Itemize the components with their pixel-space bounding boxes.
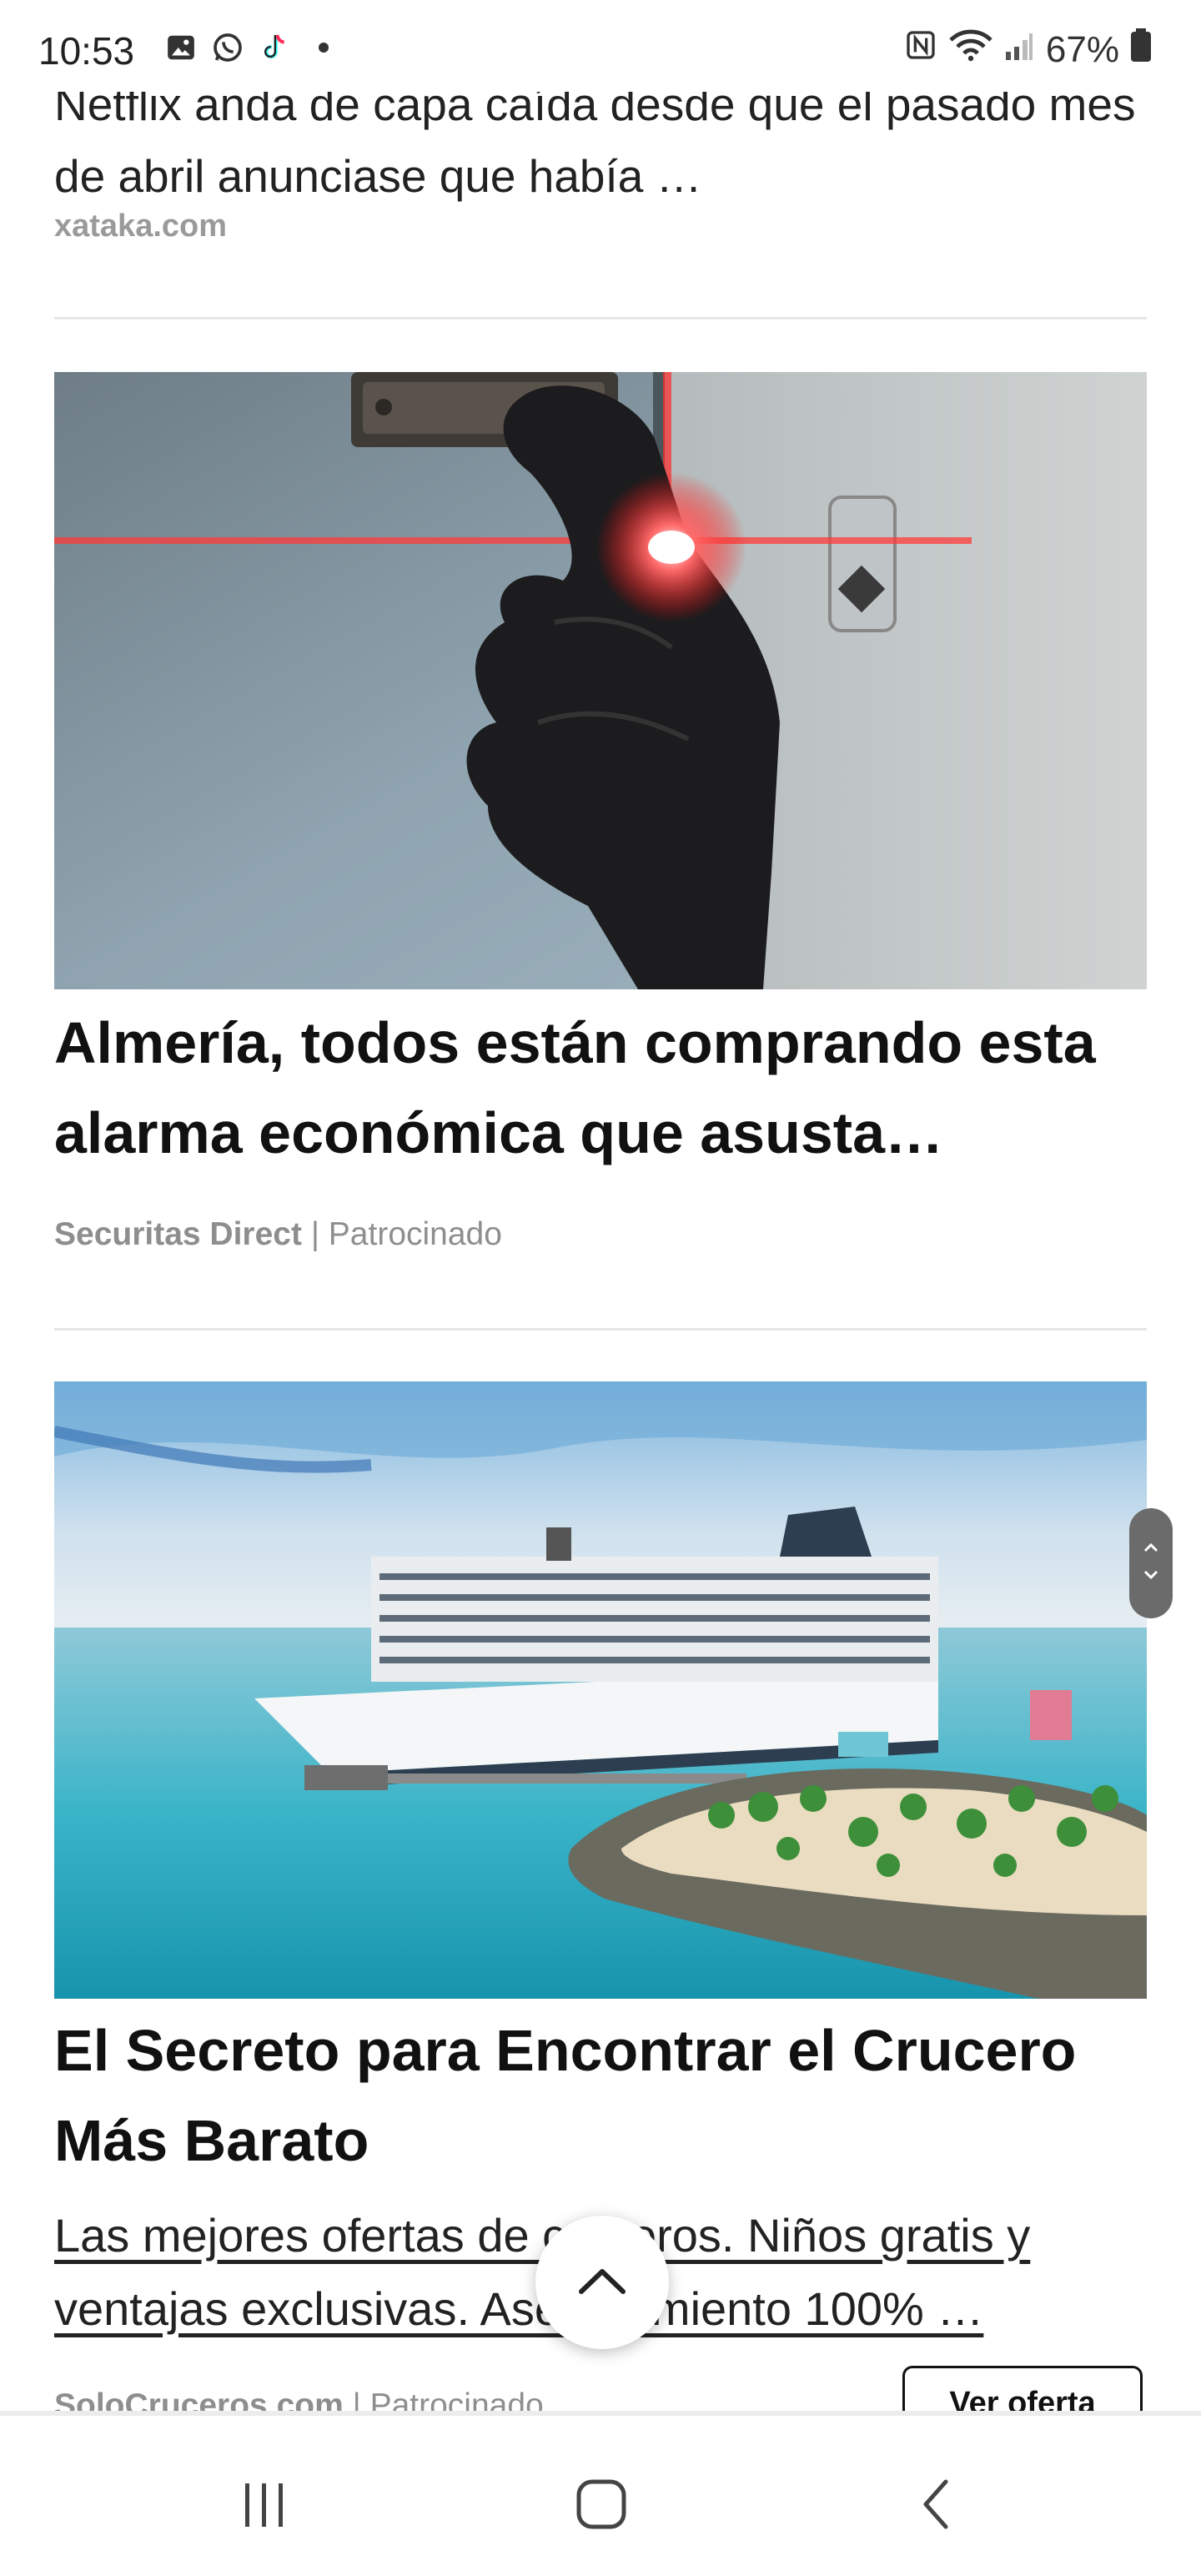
signal-icon xyxy=(1004,29,1034,71)
chevron-down-icon xyxy=(1143,1569,1159,1585)
status-bar: 10:53 67% xyxy=(0,0,1201,92)
card-title-alarm[interactable]: Almería, todos están comprando esta alar… xyxy=(54,998,1155,1178)
chevron-up-icon xyxy=(1143,1542,1159,1557)
back-icon xyxy=(909,2475,967,2538)
recents-icon xyxy=(235,2475,294,2538)
card-title-cruise[interactable]: El Secreto para Encontrar el Crucero Más… xyxy=(54,2005,1155,2186)
scroll-to-top-button[interactable] xyxy=(535,2216,669,2349)
back-button[interactable] xyxy=(901,2473,976,2539)
previous-article-source: xataka.com xyxy=(54,209,228,244)
divider xyxy=(54,1328,1147,1331)
card-source-alarm: Securitas Direct | Patrocinado xyxy=(54,1216,502,1252)
home-button[interactable] xyxy=(564,2473,639,2539)
card-image-alarm[interactable] xyxy=(54,372,1147,989)
chevron-up-icon xyxy=(573,2260,631,2306)
tiktok-icon xyxy=(257,30,292,65)
navigation-bar xyxy=(0,2423,1201,2576)
notification-dot xyxy=(319,43,329,53)
divider xyxy=(54,317,1147,319)
sponsor-label: Patrocinado xyxy=(328,1216,502,1252)
whatsapp-icon xyxy=(210,30,245,65)
home-icon xyxy=(572,2475,631,2538)
advertiser-name: Securitas Direct xyxy=(54,1216,302,1252)
wifi-icon xyxy=(949,28,992,71)
scroll-handle[interactable] xyxy=(1129,1508,1173,1618)
status-time: 10:53 xyxy=(38,29,135,73)
battery-text: 67% xyxy=(1045,28,1119,70)
nfc-icon xyxy=(904,28,937,71)
battery-icon xyxy=(1131,28,1151,71)
gallery-icon xyxy=(163,30,198,65)
card-image-cruise[interactable] xyxy=(54,1381,1147,1999)
recents-button[interactable] xyxy=(227,2473,302,2539)
